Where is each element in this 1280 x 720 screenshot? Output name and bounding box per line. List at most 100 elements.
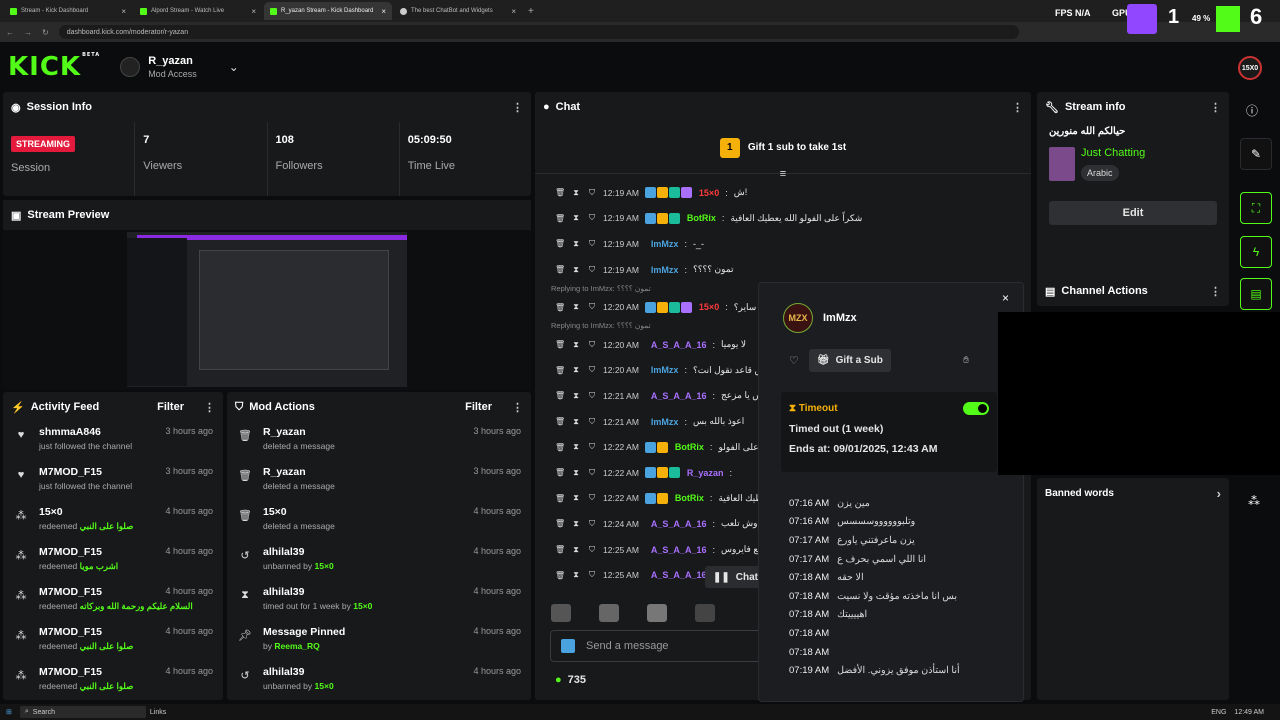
close-icon[interactable]: × (1002, 291, 1009, 305)
chat-username[interactable]: R_yazan (687, 468, 724, 478)
list-item[interactable]: ↺ alhilal39 4 hours ago unbanned by 15×0 (227, 662, 531, 700)
item-name[interactable]: M7MOD_F15 (39, 586, 102, 598)
kick-logo[interactable]: KICKBETA (8, 52, 100, 82)
ban-user-icon[interactable]: ⛉ (587, 493, 597, 503)
category-link[interactable]: Just Chatting (1081, 147, 1145, 159)
chat-username[interactable]: BotRix (675, 442, 704, 452)
timeout-user-icon[interactable]: ⧗ (571, 302, 581, 312)
channel-switcher[interactable]: R_yazan Mod Access ⌄ (120, 55, 239, 79)
chat-message[interactable]: 🗑︎ ⧗ ⛉ 12:19 AM BotRix: شكراً على الفولو ا… (535, 206, 1031, 232)
emote-icon[interactable] (695, 604, 715, 622)
ban-user-icon[interactable]: ⛉ (587, 442, 597, 452)
language-indicator[interactable]: ENG (1211, 709, 1226, 716)
notes-icon[interactable]: ▤ (1240, 278, 1272, 310)
chat-username[interactable]: BotRix (687, 213, 716, 223)
delete-message-icon[interactable]: 🗑︎ (555, 545, 565, 554)
list-item[interactable]: ↺ alhilal39 4 hours ago unbanned by 15×0 (227, 542, 531, 582)
timeout-toggle[interactable] (963, 402, 989, 415)
chat-username[interactable]: A_S_A_A_16 (651, 570, 707, 580)
timeout-user-icon[interactable]: ⧗ (571, 417, 581, 427)
ban-user-icon[interactable]: ⛉ (587, 391, 597, 401)
chat-username[interactable]: A_S_A_A_16 (651, 519, 707, 529)
back-icon[interactable]: ← (6, 28, 14, 37)
ban-user-icon[interactable]: ⛉ (587, 519, 597, 529)
delete-message-icon[interactable]: 🗑︎ (555, 519, 565, 528)
item-name[interactable]: 15×0 (263, 506, 287, 518)
filter-button[interactable]: Filter (465, 401, 492, 413)
chat-username[interactable]: A_S_A_A_16 (651, 545, 707, 555)
ban-user-icon[interactable]: ⛉ (587, 365, 597, 375)
stream-preview-video[interactable] (127, 232, 407, 387)
delete-message-icon[interactable]: 🗑︎ (555, 188, 565, 197)
emote-icon[interactable] (647, 604, 667, 622)
popup-username[interactable]: ImMzx (823, 312, 857, 324)
list-item[interactable]: 🗑︎ R_yazan 3 hours ago deleted a message (227, 422, 531, 462)
delete-message-icon[interactable]: 🗑︎ (555, 391, 565, 400)
timeout-user-icon[interactable]: ⧗ (571, 340, 581, 350)
ban-user-icon[interactable]: ⛉ (587, 302, 597, 312)
follow-heart-icon[interactable]: ♡ (789, 354, 799, 367)
more-options-icon[interactable]: ⋮ (512, 401, 523, 414)
ban-user-icon[interactable]: ⛉ (587, 340, 597, 350)
browser-tab[interactable]: Stream - Kick Dashboard × (4, 2, 132, 20)
list-item[interactable]: ♥ M7MOD_F15 3 hours ago just followed the… (3, 462, 223, 502)
list-item[interactable]: 📌︎ Message Pinned 4 hours ago by Reema_RQ (227, 622, 531, 662)
chevron-down-icon[interactable]: ⌄ (229, 60, 239, 74)
delete-message-icon[interactable]: 🗑︎ (555, 265, 565, 274)
timeout-user-icon[interactable]: ⧗ (571, 265, 581, 275)
chat-username[interactable]: ImMzx (651, 365, 679, 375)
info-icon[interactable]: ⓘ (1246, 102, 1258, 119)
list-item[interactable]: 🗑︎ R_yazan 3 hours ago deleted a message (227, 462, 531, 502)
list-item[interactable]: ♥ shmmaA846 3 hours ago just followed the… (3, 422, 223, 462)
ban-user-icon[interactable]: ⛉ (587, 239, 597, 249)
timeout-user-icon[interactable]: ⧗ (571, 213, 581, 223)
timeout-user-icon[interactable]: ⧗ (571, 545, 581, 555)
edit-button[interactable]: Edit (1049, 201, 1217, 225)
item-name[interactable]: 15×0 (39, 506, 63, 518)
taskbar-search[interactable]: ⌕ Search (19, 706, 146, 718)
chat-username[interactable]: ImMzx (651, 265, 679, 275)
close-tab-icon[interactable]: × (121, 7, 126, 16)
timeout-user-icon[interactable]: ⧗ (571, 519, 581, 529)
delete-message-icon[interactable]: 🗑︎ (555, 214, 565, 223)
ban-user-icon[interactable]: ⛉ (587, 417, 597, 427)
list-item[interactable]: ⁂ M7MOD_F15 4 hours ago redeemed السلام ع… (3, 582, 223, 622)
edit-pencil-icon[interactable]: ✎ (1240, 138, 1272, 170)
item-name[interactable]: alhilal39 (263, 586, 304, 598)
forward-icon[interactable]: → (24, 28, 32, 37)
delete-message-icon[interactable]: 🗑︎ (555, 494, 565, 503)
pinned-toggle-icon[interactable]: ≡ (535, 168, 1031, 180)
timeout-user-icon[interactable]: ⧗ (571, 468, 581, 478)
item-name[interactable]: M7MOD_F15 (39, 666, 102, 678)
emote-icon[interactable] (599, 604, 619, 622)
clip-icon[interactable]: ⛶ (1240, 192, 1272, 224)
close-tab-icon[interactable]: × (381, 7, 386, 16)
reload-icon[interactable]: ↻ (42, 28, 49, 37)
chat-username[interactable]: ImMzx (651, 239, 679, 249)
chat-username[interactable]: A_S_A_A_16 (651, 391, 707, 401)
quick-action-icon[interactable]: ϟ (1240, 236, 1272, 268)
list-item[interactable]: 🗑︎ 15×0 4 hours ago deleted a message (227, 502, 531, 542)
timeout-user-icon[interactable]: ⧗ (571, 493, 581, 503)
links-toolbar[interactable]: Links (150, 709, 166, 716)
ban-user-icon[interactable]: ⛉ (587, 188, 597, 198)
chat-message[interactable]: 🗑︎ ⧗ ⛉ 12:19 AM 15×0: ش! (535, 180, 1031, 206)
ban-user-icon[interactable]: ⛉ (587, 468, 597, 478)
chat-username[interactable]: ImMzx (651, 417, 679, 427)
delete-message-icon[interactable]: 🗑︎ (555, 468, 565, 477)
windows-start-icon[interactable]: ⊞ (6, 708, 12, 716)
more-options-icon[interactable]: ⋮ (1210, 285, 1221, 298)
list-item[interactable]: ⧗ alhilal39 4 hours ago timed out for 1 w… (227, 582, 531, 622)
chevron-right-icon[interactable]: › (1217, 486, 1221, 501)
ban-user-icon[interactable]: ⛉ (587, 545, 597, 555)
timeout-user-icon[interactable]: ⧗ (571, 442, 581, 452)
list-item[interactable]: ⁂ M7MOD_F15 4 hours ago redeemed صلوا على… (3, 662, 223, 700)
filter-button[interactable]: Filter (157, 401, 184, 413)
delete-message-icon[interactable]: 🗑︎ (555, 340, 565, 349)
item-name[interactable]: Message Pinned (263, 626, 345, 638)
delete-message-icon[interactable]: 🗑︎ (555, 443, 565, 452)
more-options-icon[interactable]: ⋮ (1210, 101, 1221, 114)
url-field[interactable]: dashboard.kick.com/moderator/r-yazan (58, 25, 1019, 39)
banned-words-row[interactable]: Banned words › (1037, 478, 1229, 508)
browser-tab[interactable]: The best ChatBot and Widgets × (394, 2, 522, 20)
